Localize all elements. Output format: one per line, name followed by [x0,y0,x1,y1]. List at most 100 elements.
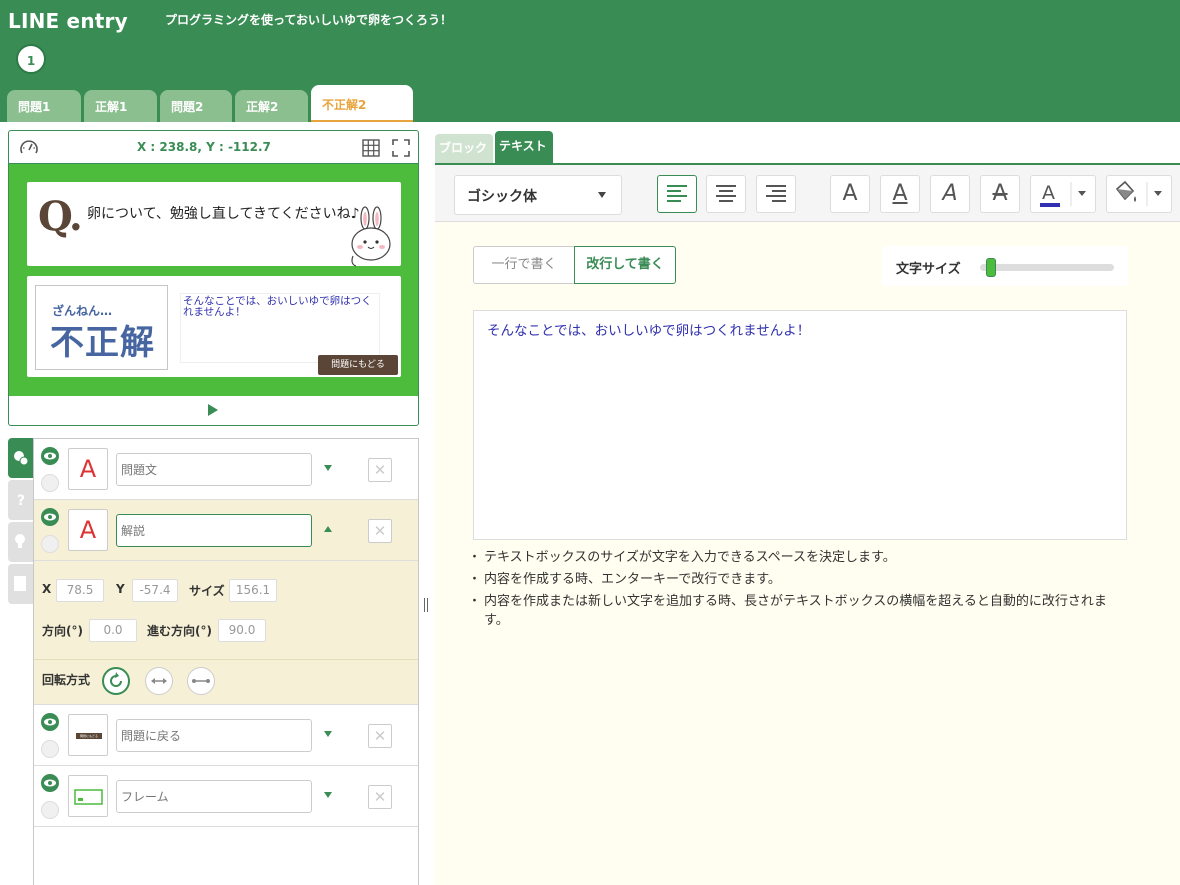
align-left-button[interactable] [657,175,697,213]
strikethrough-icon: A [992,181,1008,206]
text-format-toolbar: ゴシック体 A A A A A [435,163,1180,222]
play-icon[interactable] [206,403,220,417]
strikethrough-button[interactable]: A [980,175,1020,213]
font-size-label: 文字サイズ [896,262,961,277]
object-thumbnail: 問題にもどる [68,714,108,756]
object-row-question[interactable]: A ✕ [34,439,418,500]
chevron-down-icon[interactable] [323,464,333,472]
font-size-control: 文字サイズ [882,246,1128,286]
object-properties: X 78.5 Y -57.4 サイズ 156.1 方向(°) 0.0 進む方向(… [34,561,418,705]
direction-label: 方向(°) [42,624,83,638]
panel-splitter-handle[interactable] [423,596,429,614]
step-number[interactable]: 1 [16,44,46,74]
underline-button[interactable]: A [880,175,920,213]
move-direction-field[interactable]: 90.0 [218,619,266,642]
lock-icon[interactable] [41,535,59,553]
object-list-panel: A ✕ A ✕ X 78.5 Y -57.4 サイズ 156.1 方向(°) 0… [33,438,419,885]
tab-correct-2[interactable]: 正解2 [235,90,308,122]
explanation-text: そんなことでは、おいしいゆで卵はつくれませんよ！ [180,293,380,363]
stage-canvas[interactable]: Q. 卵について、勉強し直してきてくださいね♪ ざんねん… 不正解 そんなことで… [9,164,418,396]
align-center-icon [716,185,736,202]
stage-panel: X : 238.8, Y : -112.7 Q. 卵について、勉強し直してきてく… [8,130,419,426]
font-size-slider-handle[interactable] [986,258,997,277]
font-size-slider-track[interactable] [980,264,1114,271]
back-to-question-button[interactable]: 問題にもどる [318,355,398,375]
delete-button[interactable]: ✕ [368,785,392,809]
fullscreen-icon[interactable] [392,139,410,157]
italic-icon: A [942,181,958,206]
object-name-input[interactable] [116,719,312,752]
object-thumbnail: A [68,509,108,551]
rotate-icon [110,672,122,687]
stage-toolbar: X : 238.8, Y : -112.7 [9,131,418,164]
tab-text[interactable]: テキスト [495,131,553,164]
align-center-button[interactable] [706,175,746,213]
align-right-icon [766,185,786,202]
pdf-icon [14,576,26,591]
object-name-input[interactable] [116,453,312,486]
lock-icon[interactable] [41,740,59,758]
hint-tab[interactable] [8,522,34,562]
delete-button[interactable]: ✕ [368,458,392,482]
font-select-value: ゴシック体 [467,189,537,205]
visibility-icon[interactable] [41,508,59,526]
x-field[interactable]: 78.5 [56,579,104,602]
help-notes: テキストボックスのサイズが文字を入力できるスペースを決定します。 内容を作成する… [468,548,1112,633]
object-row-back-button[interactable]: 問題にもどる ✕ [34,705,418,766]
font-select[interactable]: ゴシック体 [454,175,622,215]
text-color-icon: A [1040,182,1086,207]
no-rotation-button[interactable] [187,667,215,695]
visibility-icon[interactable] [41,774,59,792]
chevron-down-icon[interactable] [323,791,333,799]
tab-question-1[interactable]: 問題1 [7,90,81,122]
bunny-character-icon [351,206,391,267]
rotate-horizontal-button[interactable] [145,667,173,695]
tab-block[interactable]: ブロック [435,134,493,164]
svg-text:?: ? [17,493,25,509]
speedometer-icon[interactable] [19,139,39,157]
rotate-free-button[interactable] [102,667,130,695]
object-row-frame[interactable]: ✕ [34,766,418,827]
delete-button[interactable]: ✕ [368,724,392,748]
visibility-icon[interactable] [41,713,59,731]
lock-icon[interactable] [41,474,59,492]
pdf-tab[interactable] [8,564,34,604]
chevron-up-icon[interactable] [323,525,333,533]
objects-tab[interactable] [8,438,34,478]
object-name-input[interactable] [116,514,312,547]
help-note: テキストボックスのサイズが文字を入力できるスペースを決定します。 [468,548,1112,567]
grid-icon[interactable] [362,139,380,157]
move-direction-label: 進む方向(°) [147,624,212,638]
y-field[interactable]: -57.4 [132,579,178,602]
tab-incorrect-2[interactable]: 不正解2 [311,85,413,122]
text-color-button[interactable]: A [1030,175,1096,213]
result-heading: 不正解 [50,323,155,363]
fill-color-button[interactable] [1106,175,1172,213]
rotation-mode-label: 回転方式 [42,673,91,687]
y-label: Y [116,582,125,596]
tab-correct-1[interactable]: 正解1 [84,90,157,122]
size-field[interactable]: 156.1 [229,579,277,602]
text-content-input[interactable]: そんなことでは、おいしいゆで卵はつくれませんよ！ [473,310,1127,540]
no-rotate-icon [192,679,210,683]
tab-question-2[interactable]: 問題2 [160,90,232,122]
align-right-button[interactable] [756,175,796,213]
delete-button[interactable]: ✕ [368,519,392,543]
bold-button[interactable]: A [830,175,870,213]
question-tab[interactable]: ? [8,480,34,520]
bold-icon: A [842,181,858,206]
multi-line-mode-button[interactable]: 改行して書く [574,246,676,284]
single-line-mode-button[interactable]: 一行で書く [473,246,575,284]
object-row-explanation[interactable]: A ✕ [34,500,418,561]
text-editor-panel: 一行で書く 改行して書く 文字サイズ そんなことでは、おいしいゆで卵はつくれませ… [435,222,1180,885]
italic-button[interactable]: A [930,175,970,213]
chevron-down-icon[interactable] [323,730,333,738]
app-logo: LINE entry [8,9,128,33]
object-name-input[interactable] [116,780,312,813]
coordinate-readout: X : 238.8, Y : -112.7 [137,140,271,154]
direction-field[interactable]: 0.0 [89,619,137,642]
size-label: サイズ [189,584,225,598]
visibility-icon[interactable] [41,447,59,465]
question-icon: ? [17,493,25,509]
lock-icon[interactable] [41,801,59,819]
